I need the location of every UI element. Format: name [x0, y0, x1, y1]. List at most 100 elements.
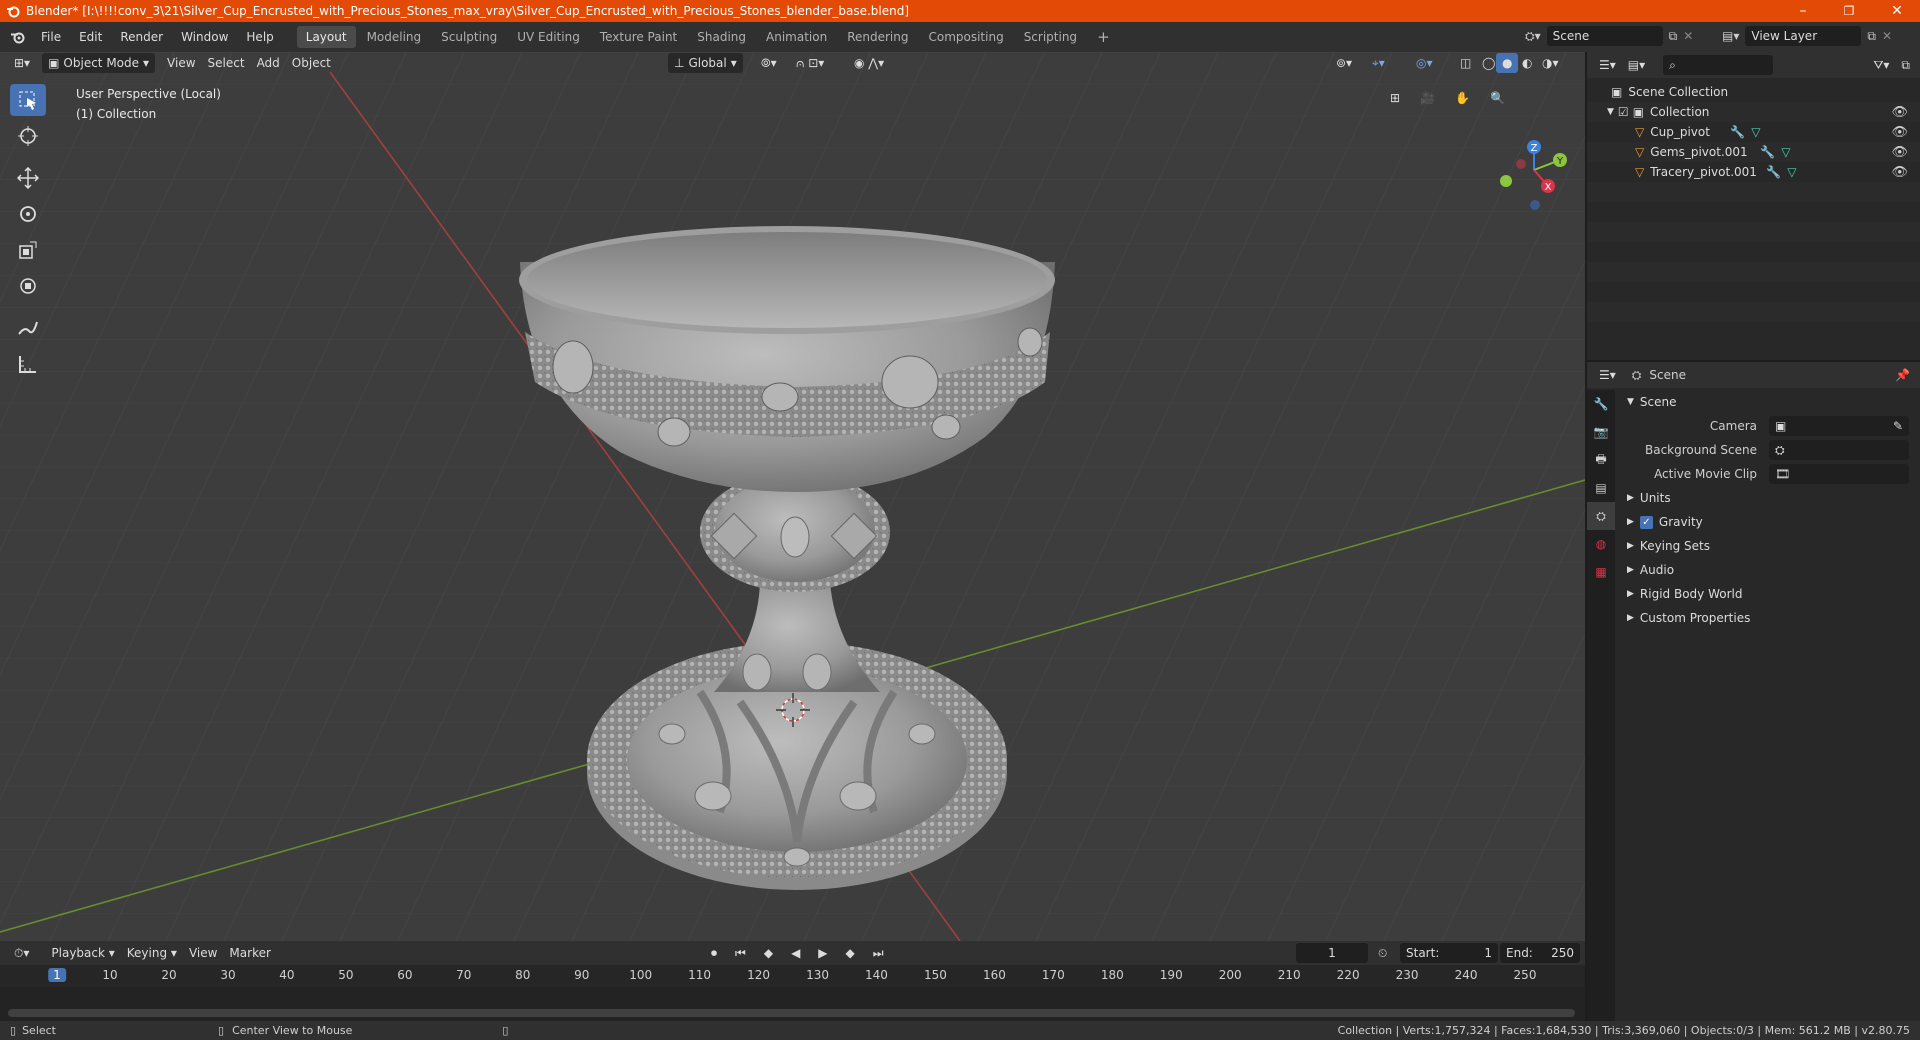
- new-collection-icon[interactable]: ⧉: [1895, 55, 1916, 75]
- expand-arrow-icon[interactable]: ▶: [1627, 613, 1634, 623]
- zoom-view-icon[interactable]: 🔍: [1484, 88, 1511, 108]
- viewport-menu-view[interactable]: View: [161, 53, 201, 73]
- tab-layout[interactable]: Layout: [296, 26, 356, 48]
- move-tool[interactable]: [10, 162, 46, 194]
- play-reverse-button[interactable]: ◀: [785, 943, 806, 963]
- modifier-wrench-icon[interactable]: 🔧: [1760, 145, 1775, 159]
- start-frame-field[interactable]: Start: 1: [1400, 943, 1498, 963]
- expand-arrow-icon[interactable]: ▶: [1627, 589, 1634, 599]
- timeline-menu-marker[interactable]: Marker: [223, 943, 276, 963]
- expand-arrow-icon[interactable]: ▶: [1627, 493, 1634, 503]
- annotate-tool[interactable]: [10, 312, 46, 344]
- close-button[interactable]: ✕: [1874, 0, 1920, 22]
- gizmo-toggle-icon[interactable]: ⌖▾: [1366, 53, 1391, 73]
- pin-icon[interactable]: 📌: [1895, 368, 1910, 382]
- maximize-button[interactable]: ❐: [1826, 0, 1872, 22]
- pivot-point-icon[interactable]: ⦾▾: [755, 53, 783, 73]
- tab-scripting[interactable]: Scripting: [1015, 26, 1086, 48]
- display-mode-icon[interactable]: ▤▾: [1622, 55, 1651, 75]
- tab-output[interactable]: 🖶: [1587, 446, 1615, 474]
- gravity-panel-header[interactable]: ▶ ✓ Gravity: [1619, 510, 1916, 534]
- 3d-viewport[interactable]: Z Y X ⊞▾ ▣ Object Mode ▾ View Select Add …: [0, 52, 1585, 941]
- rendered-shading-icon[interactable]: ◑▾: [1536, 53, 1565, 73]
- tab-view-layer[interactable]: ▤: [1587, 474, 1615, 502]
- transform-orientation-selector[interactable]: ⊥ Global ▾: [668, 53, 743, 73]
- object-type-visibility-icon[interactable]: ⊚▾: [1330, 53, 1358, 73]
- audio-panel-header[interactable]: ▶ Audio: [1619, 558, 1916, 582]
- prev-keyframe-button[interactable]: ◆: [758, 943, 779, 963]
- timeline-menu-view[interactable]: View: [183, 943, 223, 963]
- tab-texture[interactable]: ▦: [1587, 558, 1615, 586]
- visibility-eye-icon[interactable]: 👁: [1891, 145, 1908, 160]
- visibility-eye-icon[interactable]: 👁: [1891, 165, 1908, 180]
- tab-sculpting[interactable]: Sculpting: [432, 26, 506, 48]
- outliner-scene-collection[interactable]: ▣ Scene Collection: [1587, 82, 1920, 102]
- tab-uv-editing[interactable]: UV Editing: [508, 26, 589, 48]
- select-box-tool[interactable]: [10, 84, 46, 116]
- tab-compositing[interactable]: Compositing: [919, 26, 1012, 48]
- rotate-tool[interactable]: [10, 198, 46, 230]
- pan-view-icon[interactable]: ✋: [1449, 88, 1476, 108]
- grid-view-icon[interactable]: ⊞: [1384, 88, 1406, 108]
- auto-keying-icon[interactable]: ⏲: [1378, 946, 1387, 961]
- active-movie-clip-field[interactable]: 🎞: [1769, 464, 1909, 484]
- view-layer-selector[interactable]: View Layer: [1745, 26, 1862, 46]
- outliner-editor-type-icon[interactable]: ☰▾: [1593, 55, 1622, 75]
- scale-tool[interactable]: [10, 234, 46, 266]
- scene-icon[interactable]: ⛭▾: [1525, 29, 1541, 44]
- tab-modeling[interactable]: Modeling: [358, 26, 431, 48]
- timeline-editor-type-icon[interactable]: ⏱▾: [8, 943, 35, 963]
- tab-rendering[interactable]: Rendering: [838, 26, 917, 48]
- eyedropper-icon[interactable]: ✎: [1893, 419, 1903, 433]
- delete-view-layer-icon[interactable]: ✕: [1882, 29, 1892, 43]
- tab-tool[interactable]: 🔧: [1587, 390, 1615, 418]
- expand-arrow-icon[interactable]: ▶: [1627, 541, 1634, 551]
- timeline-ruler[interactable]: 1 10 20 30 40 50 60 70 80 90 100 110 120 130 140 150 160…: [0, 965, 1585, 1021]
- current-frame-field[interactable]: 1: [1296, 943, 1368, 963]
- timeline-menu-keying[interactable]: Keying ▾: [121, 943, 183, 963]
- timeline-area[interactable]: [0, 987, 1585, 1021]
- mode-selector[interactable]: ▣ Object Mode ▾: [42, 53, 156, 73]
- viewport-menu-add[interactable]: Add: [251, 53, 286, 73]
- modifier-wrench-icon[interactable]: 🔧: [1730, 125, 1745, 139]
- mesh-data-icon[interactable]: ▽: [1781, 145, 1790, 159]
- cursor-tool[interactable]: [10, 120, 46, 152]
- expand-arrow-icon[interactable]: ▼: [1627, 397, 1634, 407]
- playhead[interactable]: 1: [48, 968, 66, 982]
- add-workspace-button[interactable]: +: [1088, 26, 1119, 48]
- viewport-menu-select[interactable]: Select: [202, 53, 251, 73]
- tab-world[interactable]: ◍: [1587, 530, 1615, 558]
- viewport-menu-object[interactable]: Object: [286, 53, 337, 73]
- visibility-eye-icon[interactable]: 👁: [1891, 105, 1908, 120]
- background-scene-field[interactable]: ⛭: [1769, 440, 1909, 460]
- keying-sets-panel-header[interactable]: ▶ Keying Sets: [1619, 534, 1916, 558]
- mesh-data-icon[interactable]: ▽: [1787, 165, 1796, 179]
- jump-end-button[interactable]: ⏭: [867, 943, 890, 963]
- gravity-checkbox[interactable]: ✓: [1639, 515, 1653, 529]
- camera-field[interactable]: ▣ ✎: [1769, 416, 1909, 436]
- menu-help[interactable]: Help: [237, 26, 282, 48]
- outliner-object[interactable]: ▽ Gems_pivot.001 🔧 ▽ 👁: [1587, 142, 1920, 162]
- scene-panel-header[interactable]: ▼ Scene: [1619, 390, 1916, 414]
- collection-checkbox[interactable]: ☑: [1618, 105, 1629, 119]
- next-keyframe-button[interactable]: ◆: [840, 943, 861, 963]
- tab-animation[interactable]: Animation: [757, 26, 836, 48]
- new-scene-icon[interactable]: ⧉: [1669, 29, 1678, 44]
- menu-window[interactable]: Window: [172, 26, 237, 48]
- snap-icon[interactable]: ⩀ ⊡▾: [790, 53, 830, 73]
- camera-view-icon[interactable]: 🎥: [1414, 88, 1441, 108]
- jump-start-button[interactable]: ⏮: [729, 943, 752, 963]
- visibility-eye-icon[interactable]: 👁: [1891, 125, 1908, 140]
- outliner-collection[interactable]: ▼ ☑ ▣ Collection 👁: [1587, 102, 1920, 122]
- properties-editor-type-icon[interactable]: ☰▾: [1593, 365, 1622, 385]
- outliner-object[interactable]: ▽ Tracery_pivot.001 🔧 ▽ 👁: [1587, 162, 1920, 182]
- tab-shading[interactable]: Shading: [688, 26, 755, 48]
- transform-tool[interactable]: [10, 270, 46, 302]
- overlays-toggle-icon[interactable]: ◎▾: [1410, 53, 1439, 73]
- menu-render[interactable]: Render: [111, 26, 172, 48]
- filter-icon[interactable]: ⛛▾: [1867, 55, 1895, 75]
- rigid-body-world-panel-header[interactable]: ▶ Rigid Body World: [1619, 582, 1916, 606]
- menu-file[interactable]: File: [32, 26, 70, 48]
- units-panel-header[interactable]: ▶ Units: [1619, 486, 1916, 510]
- xray-toggle-icon[interactable]: ◫: [1454, 53, 1477, 73]
